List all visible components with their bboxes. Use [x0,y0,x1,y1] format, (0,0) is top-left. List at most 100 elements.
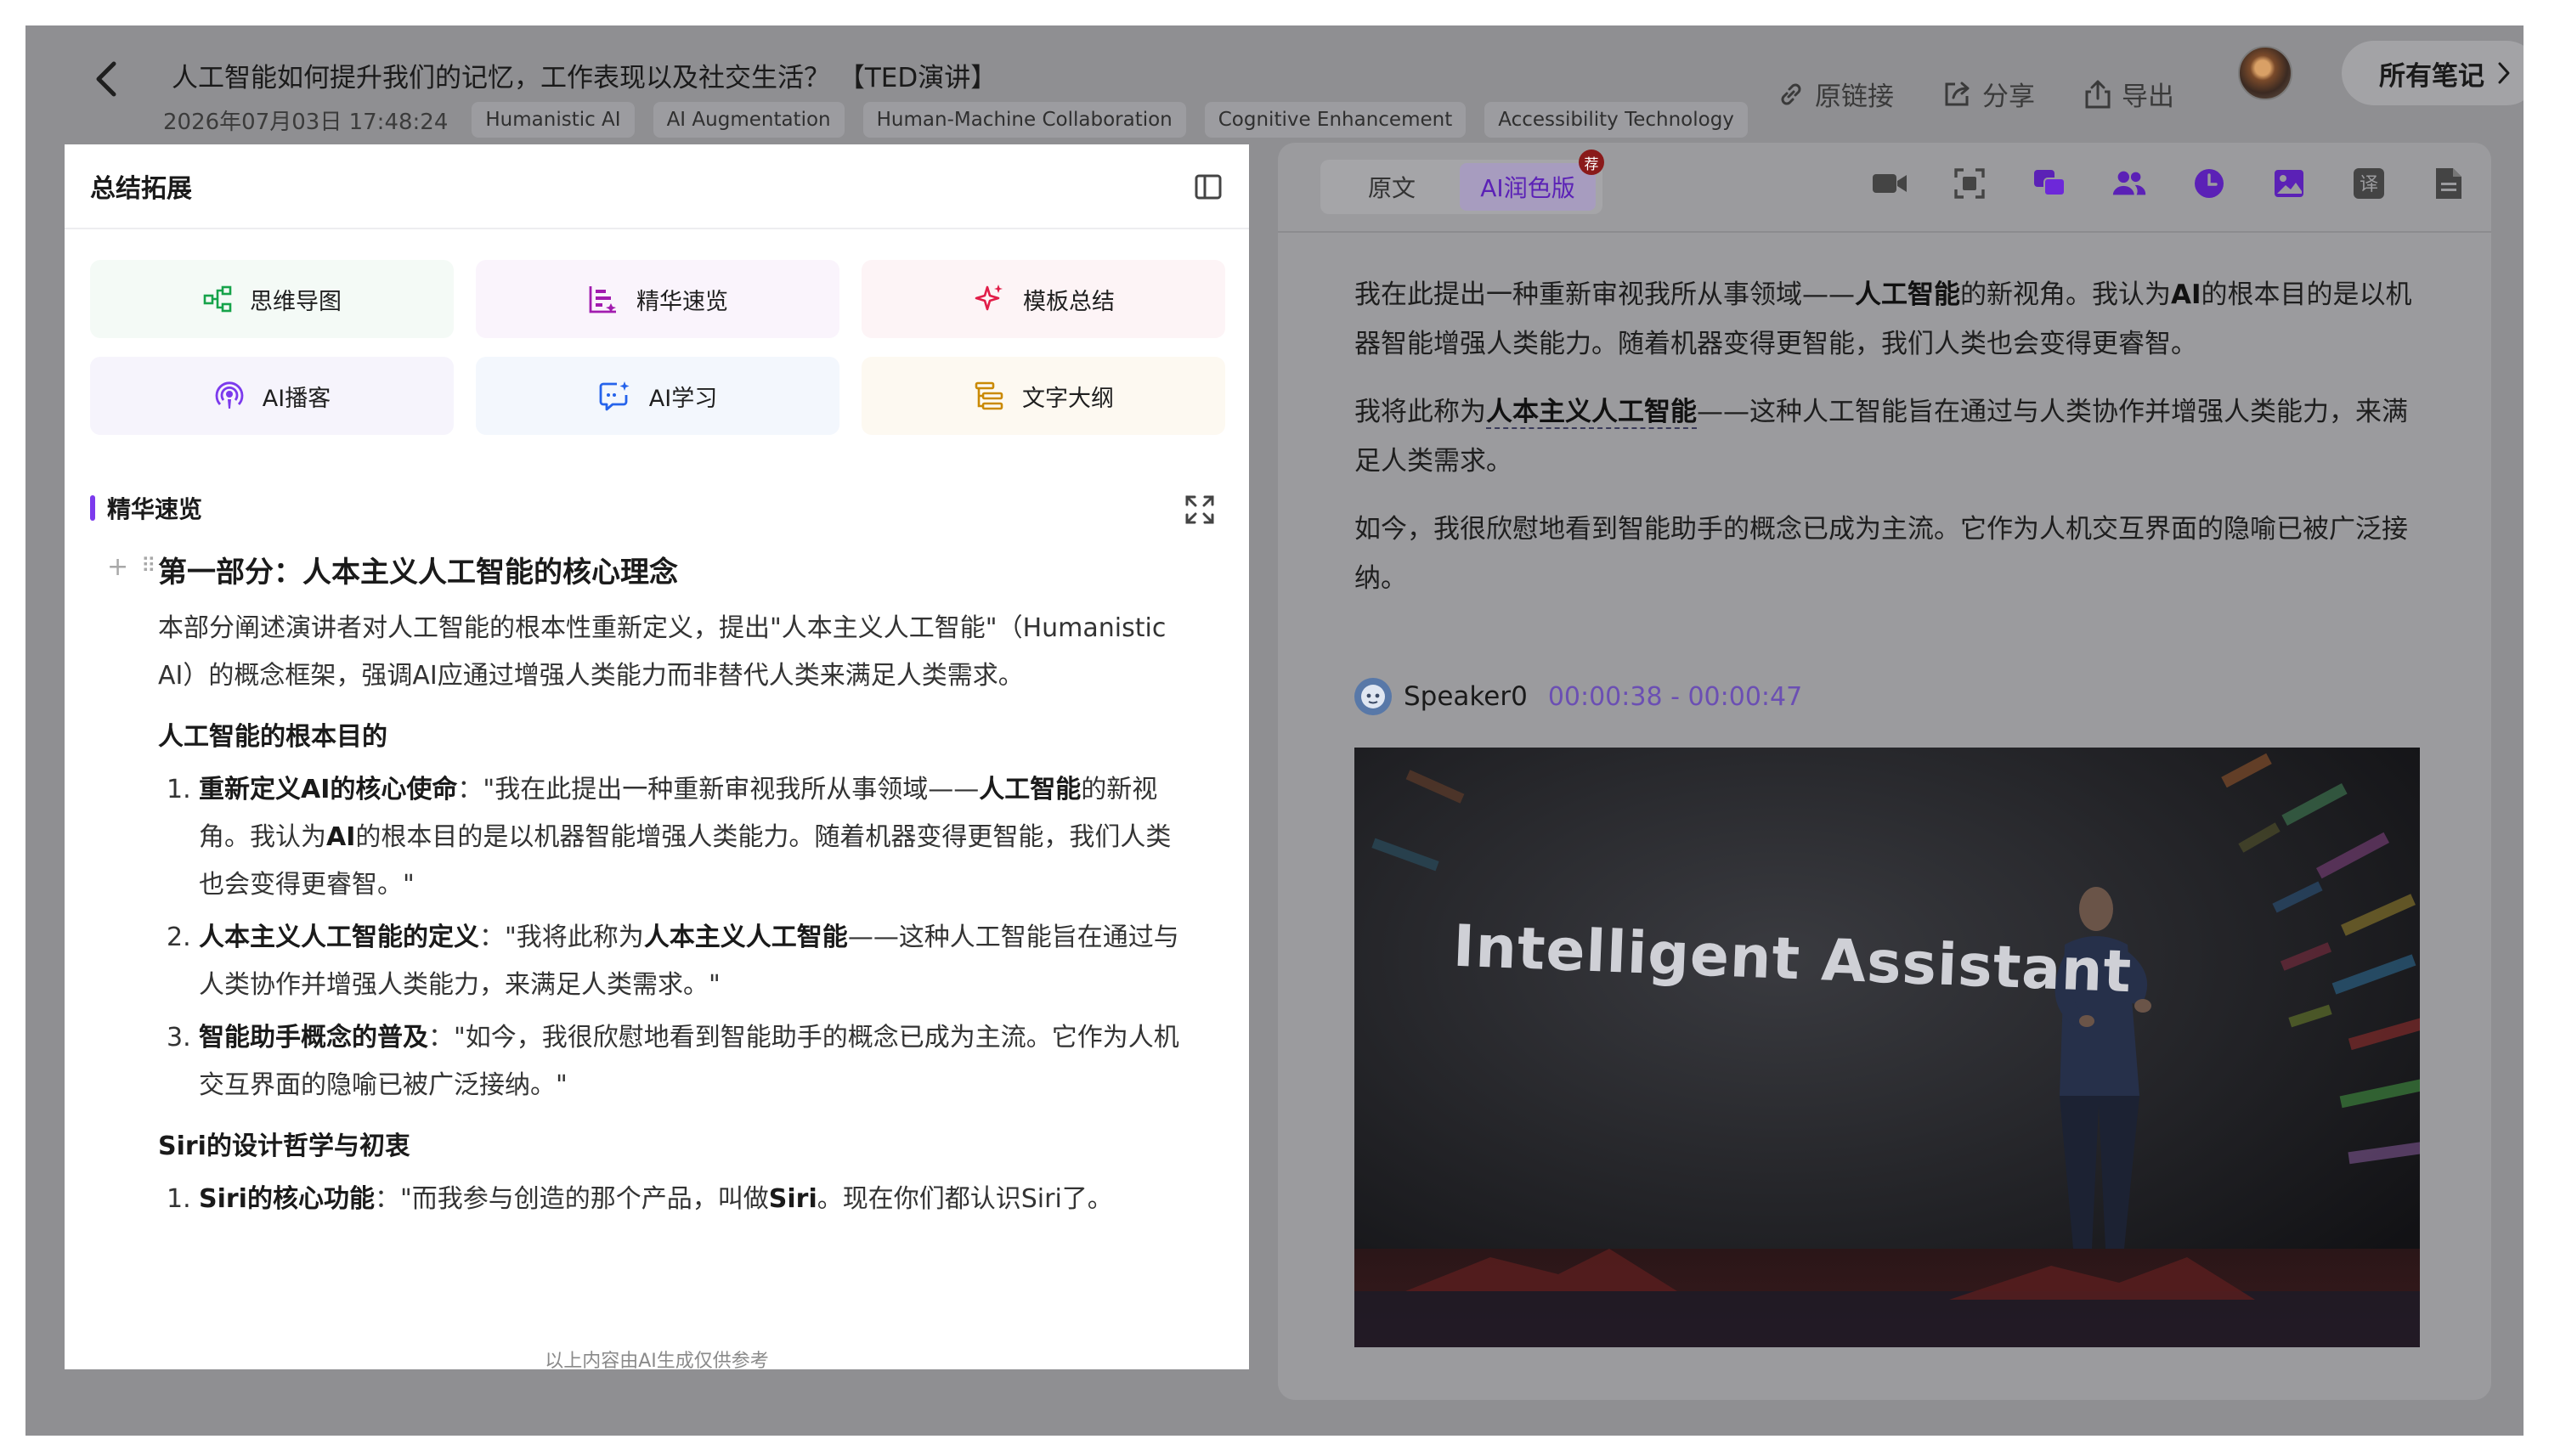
translate-glyph: 译 [2360,174,2378,195]
essence-label: 精华速览 [636,288,728,315]
transcript-paragraph: 我将此称为人本主义人工智能——这种人工智能旨在通过与人类协作并增强人类能力，来满… [1354,387,2416,486]
app-window: 人工智能如何提升我们的记忆，工作表现以及社交生活？ 【TED演讲】 2026年0… [25,25,2524,1436]
tab-original[interactable]: 原文 [1324,163,1460,211]
item-bold: Siri [768,1184,817,1214]
list-number: 1. [167,1184,191,1214]
transcript-toolbar: 译 [1871,165,2467,202]
video-frame [1354,748,2420,1347]
template-summary-button[interactable]: 模板总结 [862,260,1225,338]
summary-panel: 总结拓展 思维导图 精华速览 模板总结 AI播客 AI学习 文字大纲 精华速览 … [65,144,1249,1372]
translate-icon: 译 [2354,168,2384,199]
timestamp: 2026年07月03日 17:48:24 [163,109,449,135]
original-link-button[interactable]: 原链接 [1776,75,1894,113]
screenshot-button[interactable] [1951,165,1988,202]
chevron-left-icon [96,61,116,97]
item-text: ："而我参与创造的那个产品，叫做 [374,1184,769,1214]
list-number: 2. [167,923,191,952]
item-bold: 智能助手概念的普及 [199,1023,428,1052]
ordered-list: 1. 重新定义AI的核心使命："我在此提出一种重新审视我所从事领域——人工智能的新… [158,766,1186,1109]
view-switcher: 原文 AI润色版 荐 [1320,150,1604,214]
tag[interactable]: Cognitive Enhancement [1204,102,1467,138]
link-icon [1781,83,1801,104]
tag[interactable]: AI Augmentation [653,102,845,138]
text-run: 我在此提出一种重新审视我所从事领域—— [1354,279,1855,310]
item-bold: Siri的核心功能 [199,1184,375,1214]
transcript-paragraph: 如今，我很欣慰地看到智能助手的概念已成为主流。它作为人机交互界面的隐喻已被广泛接… [1354,514,2408,594]
outline-icon [975,381,1003,410]
export-icon [2085,80,2111,108]
tab-ai-polished-label: AI润色版 [1480,174,1575,202]
video-camera-icon [1873,174,1907,193]
list-item: 2. 人本主义人工智能的定义："我将此称为人本主义人工智能——这种人工智能旨在通过… [158,914,1186,1009]
essence-button[interactable]: 精华速览 [476,260,839,338]
header-actions: 原链接 分享 导出 [1776,75,2174,113]
tab-ai-polished[interactable]: AI润色版 荐 [1460,150,1604,211]
mindmap-icon [203,285,232,313]
images-button[interactable] [2270,165,2308,202]
expand-icon[interactable] [1183,493,1217,527]
item-text: ："我在此提出一种重新审视我所从事领域—— [457,775,980,804]
translate-button[interactable]: 译 [2350,165,2388,202]
all-notes-label: 所有笔记 [2379,60,2484,92]
timeline-button[interactable] [2190,165,2228,202]
part-heading: 第一部分：人本主义人工智能的核心理念 [158,556,678,590]
summary-panel-header: 总结拓展 [65,144,1249,229]
item-text: ："我将此称为 [479,923,644,952]
keyword-link[interactable]: 人本主义人工智能 [1486,397,1697,429]
tag[interactable]: Accessibility Technology [1484,102,1748,138]
transcript-paragraph: 我在此提出一种重新审视我所从事领域——人工智能的新视角。我认为AI的根本目的是以… [1354,270,2416,369]
speakers-button[interactable] [2111,165,2148,202]
section-title: 精华速览 [107,495,203,523]
drag-handle-icon[interactable]: ⠿ [141,554,155,578]
avatar[interactable] [2238,46,2292,100]
original-link-label: 原链接 [1815,82,1894,112]
back-button[interactable] [76,49,136,109]
speaker-avatar[interactable] [1354,678,1392,715]
keyword: 人工智能 [1855,279,1960,310]
image-icon [2275,170,2303,197]
item-bold: AI [326,822,356,852]
sidebar-toggle-icon[interactable] [1193,172,1224,202]
list-item: 1. 重新定义AI的核心使命："我在此提出一种重新审视我所从事领域——人工智能的新… [158,766,1186,909]
list-number: 1. [167,775,191,804]
ai-podcast-label: AI播客 [262,385,331,412]
section-header: 精华速览 [90,491,202,525]
ordered-list: 1. Siri的核心功能："而我参与创造的那个产品，叫做Siri。现在你们都认识S… [158,1176,1186,1223]
add-block-icon[interactable]: + [107,552,128,582]
document-button[interactable] [2430,165,2467,202]
list-number: 3. [167,1023,191,1052]
speaker-name[interactable]: Speaker0 [1404,681,1528,712]
share-button[interactable]: 分享 [1941,75,2035,113]
subsection-heading: 人工智能的根本目的 [158,722,387,752]
mindmap-label: 思维导图 [250,288,342,315]
list-item: 1. Siri的核心功能："而我参与创造的那个产品，叫做Siri。现在你们都认识S… [158,1176,1186,1223]
ai-learn-button[interactable]: AI学习 [476,357,839,435]
chat-button[interactable] [2031,165,2068,202]
export-button[interactable]: 导出 [2083,75,2174,113]
all-notes-button[interactable]: 所有笔记 [2342,41,2524,105]
item-bold: 人工智能 [979,775,1082,804]
screenshot-icon [1954,168,1985,199]
item-bold: 人本主义人工智能的定义 [199,923,479,952]
podcast-icon [215,381,244,409]
mindmap-button[interactable]: 思维导图 [90,260,454,338]
tag[interactable]: Human-Machine Collaboration [862,102,1186,138]
chevron-right-icon [2498,62,2510,84]
essence-content: + ⠿ 第一部分：人本主义人工智能的核心理念 本部分阐述演讲者对人工智能的根本性… [90,544,1229,1296]
text-outline-button[interactable]: 文字大纲 [862,357,1225,435]
speaker-timestamp[interactable]: 00:00:38 - 00:00:47 [1548,682,1802,712]
ai-podcast-button[interactable]: AI播客 [90,357,454,435]
video-player[interactable]: Intelligent Assistant [1354,748,2420,1347]
template-summary-label: 模板总结 [1023,288,1115,315]
section-accent-bar [90,495,95,521]
robot-face-icon [1361,685,1385,708]
video-camera-button[interactable] [1871,165,1908,202]
summary-panel-title: 总结拓展 [90,174,192,204]
item-text: 。现在你们都认识Siri了。 [817,1184,1113,1214]
part-heading-row: + ⠿ 第一部分：人本主义人工智能的核心理念 [90,544,1229,600]
document-icon [2436,168,2461,199]
export-label: 导出 [2122,82,2174,112]
item-bold: 人本主义人工智能 [643,923,848,952]
tag[interactable]: Humanistic AI [472,102,635,138]
intro-paragraph: 本部分阐述演讲者对人工智能的根本性重新定义，提出"人本主义人工智能"（Human… [158,613,1167,691]
